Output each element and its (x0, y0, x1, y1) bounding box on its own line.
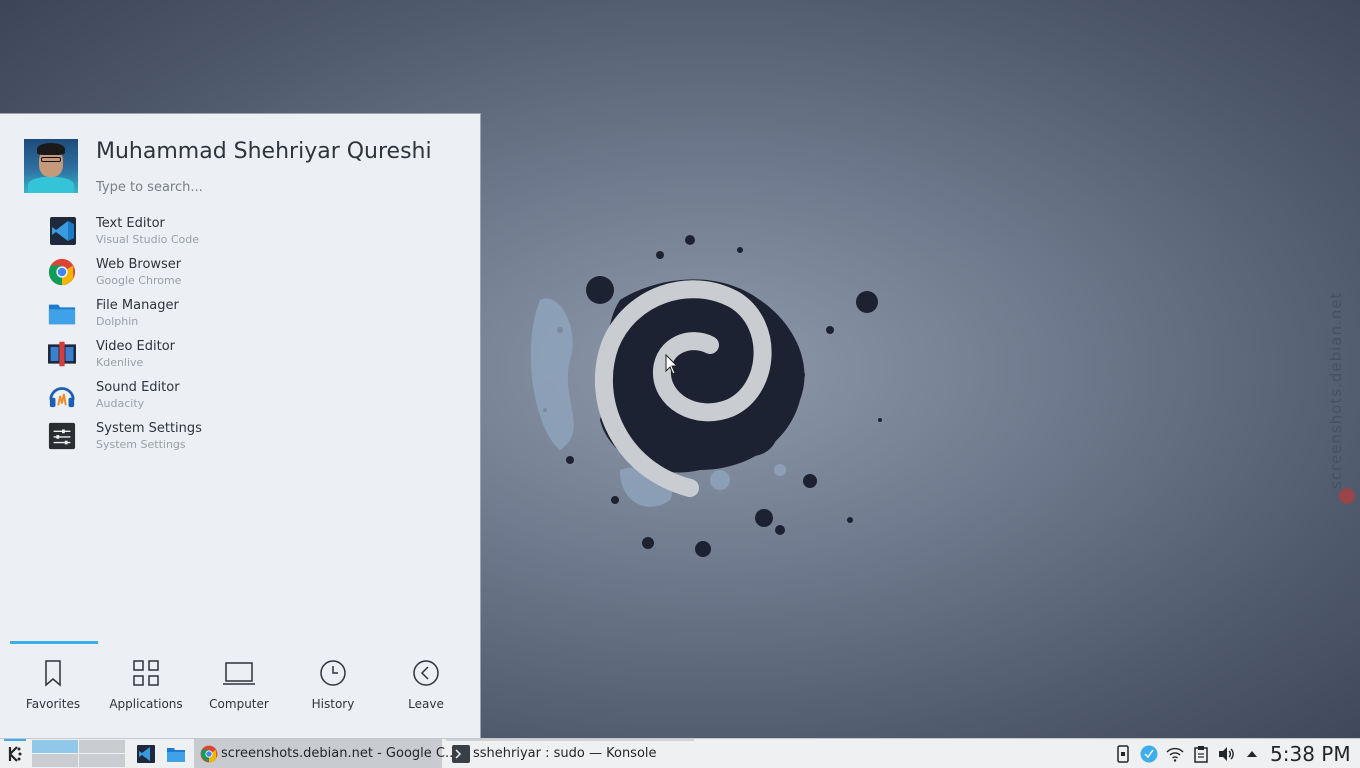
favorite-subtitle: Visual Studio Code (96, 233, 200, 246)
tab-favorites[interactable]: Favorites (9, 658, 97, 718)
kdeconnect-icon[interactable] (1114, 745, 1132, 763)
folder-icon[interactable] (166, 744, 186, 764)
kde-launcher-icon[interactable] (4, 742, 26, 766)
task-konsole[interactable]: sshehriyar : sudo — Konsole (446, 739, 694, 768)
laptop-icon (223, 662, 255, 685)
tab-history[interactable]: History (289, 658, 377, 718)
task-chrome[interactable]: screenshots.debian.net - Google C... (194, 739, 457, 768)
mouse-cursor (665, 354, 679, 375)
vscode-icon[interactable] (136, 744, 156, 764)
bookmark-icon (45, 660, 61, 687)
virtual-desktop-pager[interactable] (32, 740, 126, 768)
tab-computer[interactable]: Computer (195, 658, 283, 718)
settings-icon (48, 422, 76, 450)
camera-icon (1339, 488, 1355, 504)
tab-label: Favorites (25, 697, 81, 711)
tab-label: History (311, 697, 355, 711)
grid-icon (133, 660, 159, 686)
avatar[interactable] (24, 139, 78, 193)
volume-icon[interactable] (1217, 745, 1235, 763)
desktop-1[interactable] (32, 740, 78, 753)
headphones-icon (49, 387, 75, 408)
favorite-subtitle: Google Chrome (96, 274, 182, 287)
expand-arrow-icon[interactable] (1243, 745, 1261, 763)
clock[interactable]: 5:38 PM (1270, 742, 1351, 766)
chrome-icon (48, 258, 76, 286)
vscode-icon (50, 217, 76, 245)
favorite-title: Text Editor (96, 216, 165, 231)
film-icon (48, 341, 76, 367)
desktop-4[interactable] (79, 754, 125, 767)
search-input[interactable] (96, 178, 456, 196)
favorite-item-file-manager[interactable]: File Manager Dolphin (40, 295, 460, 335)
launcher-active-indicator (4, 739, 26, 741)
favorite-subtitle: Audacity (96, 397, 145, 410)
wifi-icon[interactable] (1166, 745, 1184, 763)
favorite-subtitle: System Settings (96, 438, 186, 451)
favorite-item-video-editor[interactable]: Video Editor Kdenlive (40, 336, 460, 376)
favorite-item-system-settings[interactable]: System Settings System Settings (40, 418, 460, 458)
favorite-item-sound-editor[interactable]: Sound Editor Audacity (40, 377, 460, 417)
favorite-title: Web Browser (96, 257, 182, 272)
favorite-subtitle: Kdenlive (96, 356, 144, 369)
desktop-3[interactable] (32, 754, 78, 767)
favorite-item-text-editor[interactable]: Text Editor Visual Studio Code (40, 213, 460, 253)
folder-icon (48, 304, 76, 325)
task-label: sshehriyar : sudo — Konsole (473, 746, 657, 761)
clipboard-icon[interactable] (1192, 745, 1210, 763)
tab-label: Applications (109, 697, 183, 711)
favorite-subtitle: Dolphin (96, 315, 139, 328)
tab-applications[interactable]: Applications (102, 658, 190, 718)
favorite-title: System Settings (96, 421, 202, 436)
terminal-icon (452, 745, 470, 763)
tab-label: Computer (209, 697, 269, 711)
back-arrow-icon (413, 660, 439, 686)
clock-icon (320, 660, 346, 686)
tab-label: Leave (408, 697, 444, 711)
chrome-icon (200, 745, 218, 763)
favorite-title: Video Editor (96, 339, 176, 354)
favorite-title: Sound Editor (96, 380, 180, 395)
task-label: screenshots.debian.net - Google C... (221, 746, 458, 761)
active-tab-indicator (10, 641, 98, 644)
watermark-text: screenshots.debian.net (1327, 291, 1345, 489)
favorite-item-web-browser[interactable]: Web Browser Google Chrome (40, 254, 460, 294)
favorite-title: File Manager (96, 298, 179, 313)
user-name: Muhammad Shehriyar Qureshi (96, 139, 432, 164)
update-notifier-icon[interactable] (1140, 745, 1158, 763)
desktop-2[interactable] (79, 740, 125, 753)
tab-leave[interactable]: Leave (382, 658, 470, 718)
taskbar: screenshots.debian.net - Google C... ssh… (0, 738, 1360, 768)
